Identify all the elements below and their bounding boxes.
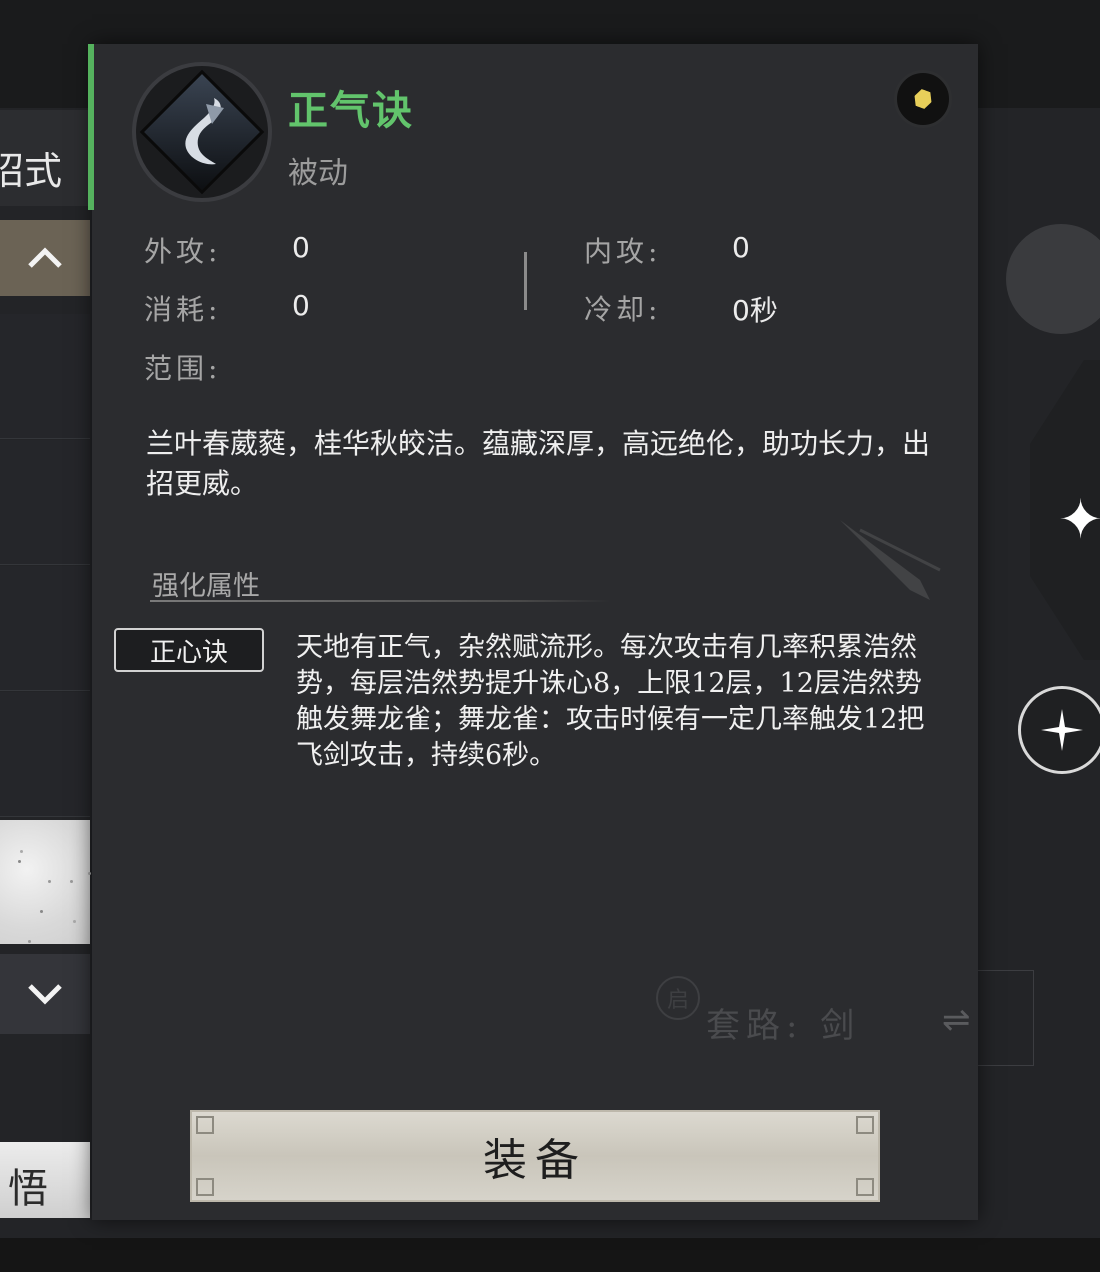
cooldown-label: 冷却:	[584, 293, 662, 326]
routine-label: 套路: 剑	[706, 1006, 861, 1046]
swap-arrow-icon: ⇌	[942, 1000, 971, 1040]
crosshair-icon	[1041, 709, 1083, 751]
cost-value: 0	[292, 289, 310, 322]
outer-attack-label: 外攻:	[144, 235, 222, 268]
crosshair-button[interactable]	[1018, 686, 1100, 774]
comprehend-label: 悟	[8, 1166, 48, 1212]
cost-label: 消耗:	[144, 293, 222, 326]
list-item[interactable]	[0, 440, 90, 565]
skill-figure-icon: ✦	[1058, 488, 1100, 551]
skill-name: 正气诀	[288, 87, 414, 134]
chevron-up-icon	[28, 247, 62, 268]
range-label: 范围:	[144, 352, 222, 385]
list-item[interactable]	[0, 566, 90, 691]
outer-attack-value: 0	[292, 231, 310, 264]
tab-moves[interactable]: 招式	[0, 110, 92, 206]
enhancement-title: 强化属性	[152, 571, 260, 602]
skill-type: 被动	[288, 156, 348, 191]
comprehend-button[interactable]: 悟	[0, 1142, 90, 1218]
enhancement-divider	[150, 600, 610, 602]
inner-attack-value: 0	[732, 231, 750, 264]
tab-moves-label: 招式	[0, 149, 63, 193]
sword-skill-icon	[132, 62, 272, 202]
enhancement-description: 天地有正气，杂然赋流形。每次攻击有几率积累浩然势，每层浩然势提升诛心8，上限12…	[296, 632, 925, 771]
list-item[interactable]	[0, 692, 90, 817]
equip-button[interactable]: 装备	[190, 1110, 880, 1202]
chevron-down-icon	[28, 984, 62, 1005]
inner-attack-label: 内攻:	[584, 235, 662, 268]
panel-accent-bar	[88, 44, 94, 210]
currency-button[interactable]	[894, 70, 952, 128]
list-item-selected[interactable]	[0, 820, 90, 944]
bottom-bar	[0, 1238, 1100, 1272]
routine-badge: 启	[656, 976, 700, 1020]
enhancement-tag: 正心诀	[114, 628, 264, 672]
list-item[interactable]	[0, 314, 90, 439]
sword-watermark-icon	[840, 520, 941, 600]
cooldown-value: 0秒	[732, 294, 778, 327]
gem-icon	[911, 87, 934, 110]
stats-divider	[524, 252, 527, 310]
scroll-down-button[interactable]	[0, 954, 90, 1034]
equip-button-label: 装备	[483, 1135, 587, 1186]
skill-description: 兰叶春葳蕤，桂华秋皎洁。蕴藏深厚，高远绝伦，助功长力，出招更威。	[146, 427, 931, 500]
scroll-up-button[interactable]	[0, 220, 90, 296]
